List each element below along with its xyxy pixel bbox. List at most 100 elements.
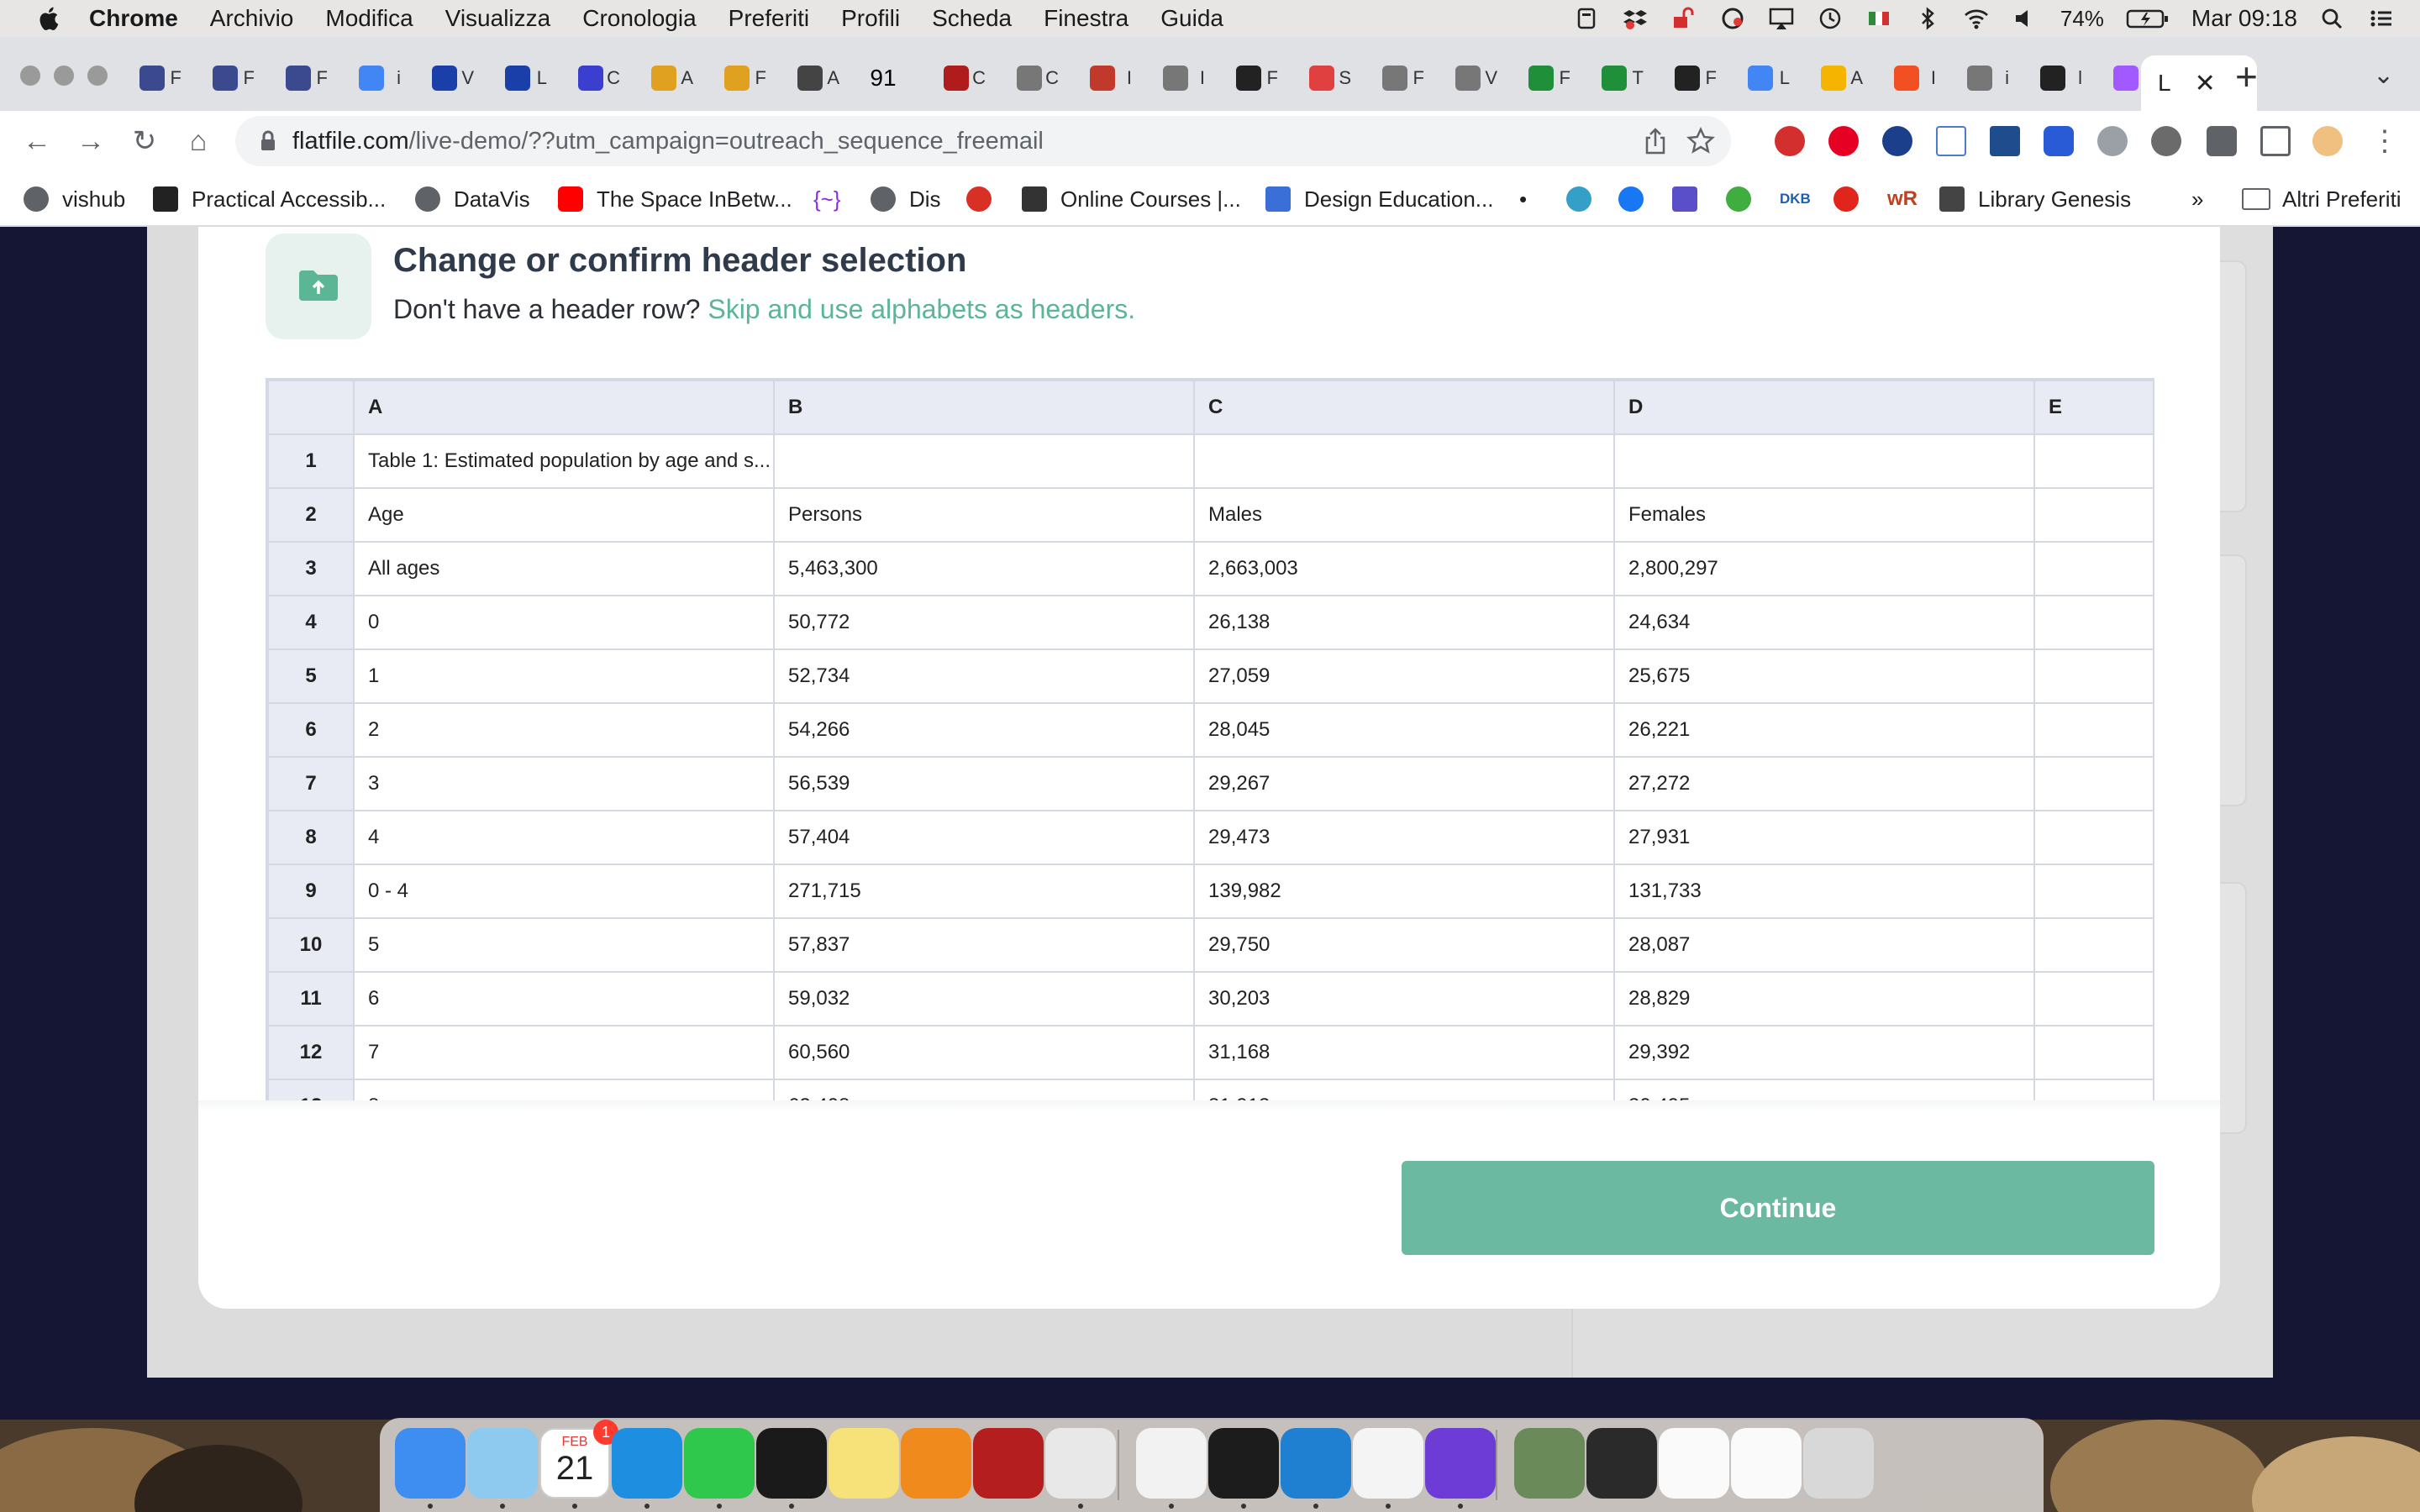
menu-cronologia[interactable]: Cronologia	[582, 5, 696, 32]
axe-extension-icon[interactable]	[1936, 126, 1966, 156]
table-cell[interactable]	[2033, 917, 2153, 973]
chrome-menu-icon[interactable]: ⋮	[2366, 123, 2403, 160]
bookmark-wr[interactable]: wR	[1887, 183, 1918, 215]
preview-2-icon[interactable]	[1586, 1428, 1657, 1499]
tab-1[interactable]: F	[134, 57, 182, 99]
row-number[interactable]: 6	[267, 702, 355, 758]
volume-icon[interactable]	[2012, 7, 2039, 30]
table-cell[interactable]	[1193, 433, 1615, 489]
tab-22[interactable]: L	[1743, 57, 1790, 99]
table-cell[interactable]: 29,750	[1193, 917, 1615, 973]
bookmark-practical-accessibility[interactable]: Practical Accessib...	[153, 183, 386, 215]
table-row[interactable]: 12 7 60,560 31,168 29,392	[267, 1025, 2153, 1080]
bookmark-dis[interactable]: Dis	[871, 183, 941, 215]
table-cell[interactable]	[2033, 810, 2153, 865]
tab-4[interactable]: i	[354, 57, 401, 99]
skype-icon[interactable]	[612, 1428, 682, 1499]
table-cell[interactable]: 29,473	[1193, 810, 1615, 865]
row-number[interactable]: 3	[267, 541, 355, 596]
table-row[interactable]: 8 4 57,404 29,473 27,931	[267, 810, 2153, 865]
bookmark-arch[interactable]	[966, 183, 1005, 215]
tab-20[interactable]: T	[1597, 57, 1644, 99]
table-cell[interactable]	[2033, 433, 2153, 489]
tab-21[interactable]: F	[1670, 57, 1717, 99]
tab-15[interactable]: F	[1231, 57, 1278, 99]
firefox-icon[interactable]	[1425, 1428, 1496, 1499]
pinterest-extension-icon[interactable]	[1828, 126, 1859, 156]
italian-flag-icon[interactable]	[1865, 7, 1892, 30]
table-cell[interactable]	[2033, 864, 2153, 919]
table-cell[interactable]: 5,463,300	[773, 541, 1195, 596]
bookmark-facebook[interactable]	[1618, 183, 1657, 215]
table-cell[interactable]	[773, 433, 1195, 489]
table-cell[interactable]	[2033, 541, 2153, 596]
table-cell[interactable]: 54,266	[773, 702, 1195, 758]
bookmark-datavis[interactable]: DataVis	[415, 183, 530, 215]
spotlight-search-icon[interactable]	[2319, 7, 2346, 30]
table-cell[interactable]: 139,982	[1193, 864, 1615, 919]
mail-icon[interactable]	[467, 1428, 538, 1499]
table-cell[interactable]	[2033, 756, 2153, 811]
row-number[interactable]: 10	[267, 917, 355, 973]
home-button[interactable]: ⌂	[180, 123, 217, 160]
tab-5[interactable]: V	[427, 57, 474, 99]
column-header-e[interactable]: E	[2033, 380, 2153, 435]
tab-16[interactable]: S	[1304, 57, 1351, 99]
table-cell[interactable]	[2033, 1025, 2153, 1080]
bookmark-vishub[interactable]: vishub	[24, 183, 125, 215]
tab-8[interactable]: A	[646, 57, 693, 99]
gear-extension-icon[interactable]	[2097, 126, 2128, 156]
column-header-a[interactable]: A	[353, 380, 775, 435]
menu-modifica[interactable]: Modifica	[325, 5, 413, 32]
clipboard-icon[interactable]	[1573, 7, 1600, 30]
table-cell[interactable]: 31,168	[1193, 1025, 1615, 1080]
table-cell[interactable]: 3	[353, 756, 775, 811]
bookmark-dkb[interactable]: DKB	[1780, 183, 1811, 215]
menu-preferiti[interactable]: Preferiti	[729, 5, 809, 32]
bookmarks-overflow-chevron-icon[interactable]: »	[2191, 183, 2203, 215]
bookmark-c[interactable]	[1566, 183, 1605, 215]
table-row[interactable]: 11 6 59,032 30,203 28,829	[267, 971, 2153, 1026]
bookmark-star-icon[interactable]	[1686, 126, 1716, 156]
battery-icon[interactable]	[2126, 7, 2170, 30]
creative-cloud-icon[interactable]	[1719, 7, 1746, 30]
airplay-icon[interactable]	[1768, 7, 1795, 30]
table-cell[interactable]: 29,392	[1613, 1025, 2035, 1080]
bookmark-the-space-inbetween[interactable]: The Space InBetw...	[558, 183, 792, 215]
trash-icon[interactable]	[1803, 1428, 1874, 1499]
menu-finestra[interactable]: Finestra	[1044, 5, 1128, 32]
table-row[interactable]: 10 5 57,837 29,750 28,087	[267, 917, 2153, 973]
table-cell[interactable]: 271,715	[773, 864, 1195, 919]
bluetooth-icon[interactable]	[1914, 7, 1941, 30]
table-cell[interactable]: 27,059	[1193, 648, 1615, 704]
table-cell[interactable]: 56,539	[773, 756, 1195, 811]
continue-button[interactable]: Continue	[1402, 1161, 2154, 1255]
new-tab-button[interactable]: +	[2235, 54, 2258, 99]
table-cell[interactable]: 57,404	[773, 810, 1195, 865]
table-cell[interactable]: 27,272	[1613, 756, 2035, 811]
table-row[interactable]: 3 All ages 5,463,300 2,663,003 2,800,297	[267, 541, 2153, 596]
row-number[interactable]: 12	[267, 1025, 355, 1080]
vscode-icon[interactable]	[1281, 1428, 1351, 1499]
tab-10[interactable]: A	[792, 57, 839, 99]
back-button[interactable]: ←	[18, 123, 55, 160]
table-cell[interactable]: 29,267	[1193, 756, 1615, 811]
finder-icon[interactable]	[395, 1428, 466, 1499]
reload-button[interactable]: ↻	[126, 123, 163, 160]
forward-button[interactable]: →	[72, 123, 109, 160]
books-icon[interactable]	[901, 1428, 971, 1499]
tab-18[interactable]: V	[1450, 57, 1497, 99]
extensions-puzzle-icon[interactable]	[2207, 126, 2237, 156]
tab-91[interactable]: 91	[865, 57, 901, 99]
menu-scheda[interactable]: Scheda	[932, 5, 1012, 32]
bookmark-online-courses[interactable]: Online Courses |...	[1022, 183, 1241, 215]
table-cell[interactable]: 7	[353, 1025, 775, 1080]
menu-profili[interactable]: Profili	[841, 5, 900, 32]
tab-search-chevron-icon[interactable]: ⌄	[2373, 60, 2394, 90]
wappalyzer-extension-icon[interactable]	[2151, 126, 2181, 156]
script-editor-icon[interactable]	[1136, 1428, 1207, 1499]
time-machine-icon[interactable]	[1817, 7, 1844, 30]
tab-25[interactable]: i	[1962, 57, 2009, 99]
profile-avatar[interactable]	[2312, 126, 2343, 156]
row-number[interactable]: 2	[267, 487, 355, 543]
